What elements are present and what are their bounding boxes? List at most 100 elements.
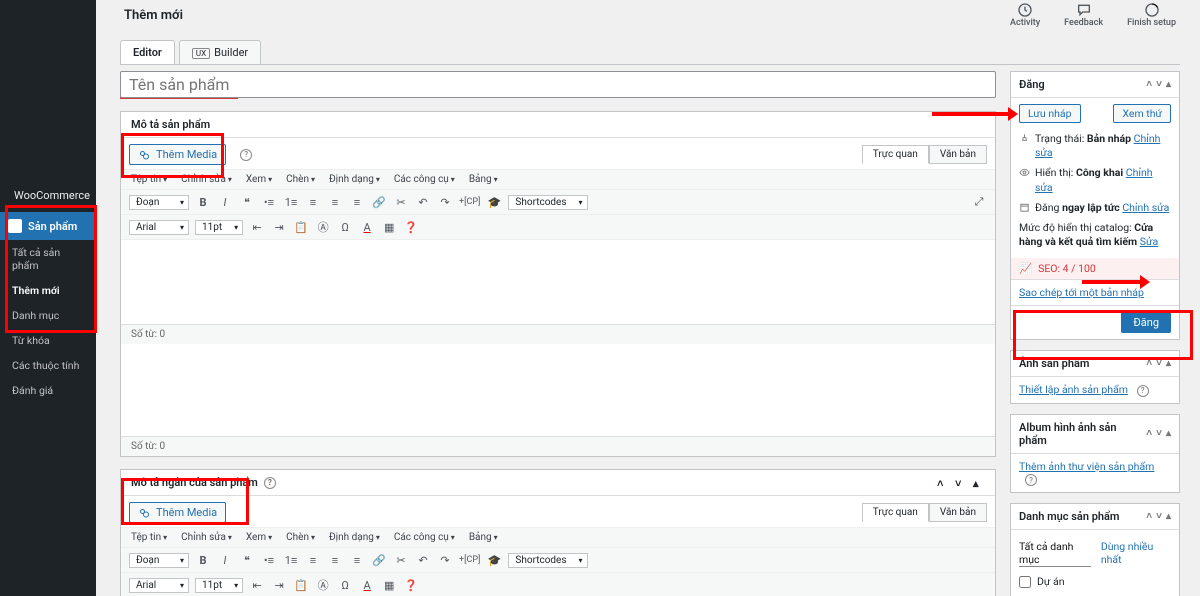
specialchar-button[interactable]: Ω — [337, 577, 353, 593]
chevron-up-icon[interactable]: ˄ — [1146, 429, 1152, 439]
clear-format-button[interactable]: Ⓐ — [315, 219, 331, 235]
align-left-button[interactable]: ≡ — [305, 194, 321, 210]
paste-button[interactable]: 📋 — [293, 219, 309, 235]
link-button[interactable]: 🔗 — [371, 552, 387, 568]
specialchar-button[interactable]: Ω — [337, 219, 353, 235]
sidebar-item-categories[interactable]: Danh mục — [0, 303, 96, 328]
chevron-down-icon[interactable]: ˅ — [955, 477, 967, 489]
tab-text[interactable]: Văn bản — [929, 145, 987, 164]
menu-insert[interactable]: Chèn — [286, 174, 315, 185]
menu-view[interactable]: Xem — [246, 174, 272, 185]
product-title-input[interactable] — [120, 71, 996, 98]
indent-button[interactable]: ⇥ — [271, 219, 287, 235]
triangle-up-icon[interactable]: ▴ — [973, 477, 985, 489]
menu-insert[interactable]: Chèn — [286, 532, 315, 543]
menu-table[interactable]: Bảng — [469, 532, 498, 543]
bold-button[interactable]: B — [195, 552, 211, 568]
format-select[interactable]: Đoạn — [129, 195, 189, 210]
chevron-up-icon[interactable]: ˄ — [1146, 512, 1152, 522]
redo-button[interactable]: ↷ — [437, 194, 453, 210]
align-right-button[interactable]: ≡ — [349, 194, 365, 210]
help-icon[interactable]: ? — [240, 149, 252, 161]
help-button[interactable]: ❓ — [403, 577, 419, 593]
triangle-up-icon[interactable]: ▴ — [1166, 80, 1171, 90]
link-button[interactable]: 🔗 — [371, 194, 387, 210]
category-item[interactable]: Dự án — [1019, 573, 1171, 590]
chevron-down-icon[interactable]: ˅ — [1156, 512, 1162, 522]
number-list-button[interactable]: 1≡ — [283, 194, 299, 210]
menu-edit[interactable]: Chỉnh sửa — [181, 174, 232, 185]
save-draft-button[interactable]: Lưu nháp — [1019, 104, 1081, 123]
cp-button[interactable]: +[CP] — [459, 552, 480, 568]
help-icon[interactable]: ? — [1025, 474, 1037, 486]
triangle-up-icon[interactable]: ▴ — [1166, 512, 1171, 522]
chevron-up-icon[interactable]: ˄ — [937, 477, 949, 489]
bullet-list-button[interactable]: •≡ — [261, 552, 277, 568]
sidebar-item-attributes[interactable]: Các thuộc tính — [0, 353, 96, 378]
align-center-button[interactable]: ≡ — [327, 552, 343, 568]
bullet-list-button[interactable]: •≡ — [261, 194, 277, 210]
grad-cap-icon[interactable]: 🎓 — [486, 194, 502, 210]
unlink-button[interactable]: ✂ — [393, 194, 409, 210]
menu-tools[interactable]: Các công cụ — [394, 174, 455, 185]
add-gallery-images-link[interactable]: Thêm ảnh thư viện sản phẩm — [1019, 460, 1154, 473]
add-media-button-short[interactable]: Thêm Media — [129, 502, 226, 523]
table-button[interactable]: ▦ — [381, 577, 397, 593]
description-editor-area[interactable] — [121, 240, 995, 324]
text-color-button[interactable]: A — [359, 577, 375, 593]
font-size-select[interactable]: 11pt — [195, 578, 243, 593]
sidebar-item-reviews[interactable]: Đánh giá — [0, 378, 96, 403]
help-button[interactable]: ❓ — [403, 219, 419, 235]
feedback-link[interactable]: Feedback — [1064, 2, 1103, 28]
activity-link[interactable]: Activity — [1010, 2, 1040, 28]
menu-table[interactable]: Bảng — [469, 174, 498, 185]
set-product-image-link[interactable]: Thiết lập ảnh sản phẩm — [1019, 383, 1128, 396]
finish-setup-link[interactable]: Finish setup — [1127, 2, 1176, 28]
grad-cap-icon[interactable]: 🎓 — [486, 552, 502, 568]
menu-file[interactable]: Tệp tin — [131, 174, 167, 185]
tab-visual[interactable]: Trực quan — [862, 145, 929, 164]
edit-catalog-link[interactable]: Sửa — [1140, 235, 1158, 248]
edit-schedule-link[interactable]: Chỉnh sửa — [1122, 201, 1169, 214]
outdent-button[interactable]: ⇤ — [249, 219, 265, 235]
description-editor-extra[interactable] — [121, 344, 995, 436]
font-family-select[interactable]: Arial — [129, 578, 189, 593]
redo-button[interactable]: ↷ — [437, 552, 453, 568]
font-size-select[interactable]: 11pt — [195, 220, 243, 235]
shortcodes-select[interactable]: Shortcodes — [508, 553, 587, 568]
sidebar-item-woocommerce[interactable]: WooCommerce — [0, 178, 96, 212]
number-list-button[interactable]: 1≡ — [283, 552, 299, 568]
menu-tools[interactable]: Các công cụ — [394, 532, 455, 543]
sidebar-item-tags[interactable]: Từ khóa — [0, 328, 96, 353]
triangle-up-icon[interactable]: ▴ — [1166, 359, 1171, 369]
format-select[interactable]: Đoạn — [129, 553, 189, 568]
chevron-up-icon[interactable]: ˄ — [1146, 359, 1152, 369]
chevron-down-icon[interactable]: ˅ — [1156, 359, 1162, 369]
shortcodes-select[interactable]: Shortcodes — [508, 195, 587, 210]
table-button[interactable]: ▦ — [381, 219, 397, 235]
publish-button[interactable]: Đăng — [1121, 312, 1171, 333]
chevron-down-icon[interactable]: ˅ — [1156, 429, 1162, 439]
align-left-button[interactable]: ≡ — [305, 552, 321, 568]
sidebar-item-add-new[interactable]: Thêm mới — [0, 278, 96, 303]
menu-view[interactable]: Xem — [246, 532, 272, 543]
tab-ux-builder[interactable]: UXBuilder — [179, 40, 261, 64]
menu-format[interactable]: Định dạng — [329, 532, 380, 543]
blockquote-button[interactable]: ❝ — [239, 552, 255, 568]
align-center-button[interactable]: ≡ — [327, 194, 343, 210]
copy-to-draft-link[interactable]: Sao chép tới một bản nháp — [1019, 286, 1144, 299]
blockquote-button[interactable]: ❝ — [239, 194, 255, 210]
category-tab-frequent[interactable]: Dùng nhiều nhất — [1101, 540, 1171, 567]
tab-editor[interactable]: Editor — [120, 40, 175, 64]
indent-button[interactable]: ⇥ — [271, 577, 287, 593]
outdent-button[interactable]: ⇤ — [249, 577, 265, 593]
menu-file[interactable]: Tệp tin — [131, 532, 167, 543]
fullscreen-button[interactable]: ⤢ — [971, 194, 987, 210]
text-color-button[interactable]: A — [359, 219, 375, 235]
menu-edit[interactable]: Chỉnh sửa — [181, 532, 232, 543]
align-right-button[interactable]: ≡ — [349, 552, 365, 568]
clear-format-button[interactable]: Ⓐ — [315, 577, 331, 593]
help-icon[interactable]: ? — [264, 477, 276, 489]
category-checkbox[interactable] — [1019, 576, 1031, 588]
add-media-button[interactable]: Thêm Media — [129, 144, 226, 165]
